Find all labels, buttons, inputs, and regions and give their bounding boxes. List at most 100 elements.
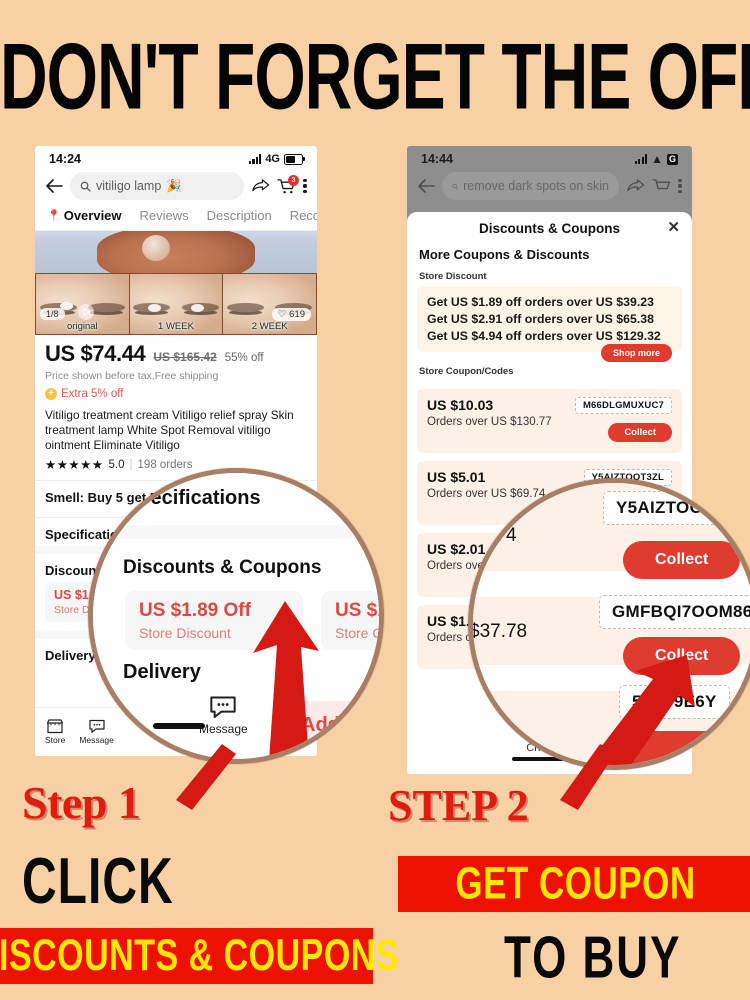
location-pin-icon: 📍: [47, 210, 61, 222]
tab-recommendations[interactable]: Reco: [290, 208, 317, 223]
shop-more-button[interactable]: Shop more: [600, 344, 672, 362]
coupon-threshold: Orders over US $130.77: [427, 416, 552, 428]
store-icon: [47, 719, 64, 734]
thumbnail-label: original: [67, 321, 98, 332]
mag-right-code-1[interactable]: Y5AIZTOOT3ZL: [603, 491, 750, 525]
search-input-value: remove dark spots on skin: [463, 179, 609, 193]
wifi-icon: ▲: [651, 152, 663, 166]
discount-percent: 55% off: [224, 352, 264, 364]
price-block: US $74.44 US $165.42 55% off Price shown…: [35, 335, 317, 472]
coupon-amount: US $10.03: [427, 397, 494, 413]
coupon-code[interactable]: M66DLGMUXUC7: [574, 397, 672, 414]
thumbnail-label: 1 WEEK: [158, 321, 194, 332]
band2-text: GET COUPON: [455, 858, 696, 909]
mag-left-chip2-type: Store Coupon: [335, 625, 383, 641]
cart-icon[interactable]: 3: [277, 174, 299, 195]
product-title: Vitiligo treatment cream Vitiligo relief…: [45, 408, 294, 452]
to-buy-label: TO BUY: [504, 925, 682, 992]
mag-right-collect-2[interactable]: Collect: [623, 637, 741, 675]
mag-left-chip1-type: Store Discount: [139, 625, 231, 641]
sheet-title-label: Discounts & Coupons: [479, 221, 620, 236]
search-input-value: vitiligo lamp: [96, 179, 162, 193]
cart-icon[interactable]: [652, 178, 671, 195]
mag-right-collect-1[interactable]: Collect: [623, 541, 741, 579]
rating-row: ★★★★★ 5.0 | 198 orders: [45, 458, 193, 472]
tab-description[interactable]: Description: [207, 208, 272, 223]
collect-button[interactable]: Collect: [608, 423, 672, 442]
left-tab-bar: 📍 Overview Reviews Description Reco: [35, 206, 317, 231]
mag-left-title: Discounts & Coupons: [123, 557, 322, 578]
tab-reviews[interactable]: Reviews: [140, 208, 189, 223]
current-price: US $74.44: [45, 341, 146, 366]
mag-right-code-2[interactable]: GMFBQI7OOM86: [599, 595, 750, 629]
store-button[interactable]: Store: [45, 719, 65, 745]
tab-overview[interactable]: 📍 Overview: [47, 208, 122, 223]
mag-right-amount-b: $37.78: [469, 621, 528, 642]
search-icon: [452, 183, 458, 189]
search-input[interactable]: remove dark spots on skin: [442, 172, 619, 200]
thumbnail-week1[interactable]: 1 WEEK: [128, 273, 223, 335]
magnifier-left: Specifications Discounts & Coupons US $1…: [88, 468, 384, 764]
home-indicator: [153, 723, 205, 729]
mag-left-chip-2[interactable]: US $10.03 Off Store Coupon: [321, 591, 383, 650]
store-discount-box: Get US $1.89 off orders over US $39.23 G…: [417, 286, 682, 362]
heart-icon: ♡: [277, 309, 287, 320]
party-popper-icon: 🎉: [166, 178, 182, 193]
right-nav-row: remove dark spots on skin: [407, 168, 692, 206]
search-input[interactable]: vitiligo lamp 🎉: [70, 172, 244, 200]
signal-bars-icon: [634, 154, 648, 164]
orders-count: 198 orders: [137, 458, 193, 471]
extra-discount-label: Extra 5% off: [61, 388, 124, 400]
close-icon[interactable]: ✕: [667, 220, 680, 235]
plus-badge-icon: +: [45, 388, 57, 400]
share-icon[interactable]: [251, 178, 270, 194]
rating-value: 5.0: [108, 458, 125, 471]
store-discount-line: Get US $1.89 off orders over US $39.23: [427, 295, 654, 309]
magnifier-right: 69.74 Y5AIZTOOT3ZL Collect GMFBQI7OOM86 …: [468, 478, 750, 770]
search-icon: [80, 181, 91, 192]
like-count: 619: [289, 309, 306, 320]
kebab-menu-icon[interactable]: [678, 178, 682, 194]
store-discount-label: Store Discount: [419, 271, 487, 282]
left-status-bar: 14:24 4G: [35, 146, 317, 168]
band1-text: DISCOUNTS & COUPONS: [0, 930, 400, 981]
tax-shipping-note: Price shown before tax,Free shipping: [45, 370, 219, 382]
sheet-subtitle: More Coupons & Discounts: [419, 247, 590, 262]
mag-right-collect-3[interactable]: [621, 731, 741, 765]
message-icon: [210, 696, 237, 718]
original-price: US $165.42: [153, 350, 217, 364]
left-nav-row: vitiligo lamp 🎉 3: [35, 168, 317, 206]
store-discount-line: Get US $4.94 off orders over US $129.32: [427, 329, 661, 343]
mag-left-specifications: Specifications: [125, 487, 261, 509]
store-discount-line: Get US $2.91 off orders over US $65.38: [427, 312, 654, 326]
mag-left-chip2-amount: US $10.03 Off: [335, 600, 379, 621]
mag-left-message-button[interactable]: Message: [199, 695, 248, 736]
back-arrow-icon[interactable]: [45, 178, 63, 194]
like-count-badge[interactable]: ♡ 619: [271, 308, 312, 321]
tab-overview-label: Overview: [63, 208, 122, 223]
mag-right-code-3[interactable]: 5K0J9E6Y: [619, 685, 730, 719]
product-hero-image[interactable]: [35, 231, 317, 273]
left-status-time: 14:24: [49, 152, 81, 166]
store-label: Store: [45, 735, 66, 745]
thumbnail-week2[interactable]: ♡ 619 2 WEEK: [222, 273, 317, 335]
thumbnail-label: 2 WEEK: [251, 321, 288, 332]
sheet-title: Discounts & Coupons ✕: [407, 212, 692, 243]
play-icon[interactable]: [78, 304, 94, 320]
page-title: DON'T FORGET THE OFFERS: [0, 23, 750, 129]
share-icon[interactable]: [626, 178, 645, 194]
left-network-label: 4G: [265, 153, 280, 165]
right-status-bar: 14:44 ▲ G: [407, 146, 692, 168]
click-label: CLICK: [22, 846, 174, 918]
mag-left-chip-1[interactable]: US $1.89 Off Store Discount: [125, 591, 303, 650]
product-thumbnail-strip[interactable]: 1/8 original 1 WEEK ♡ 619 2 WEEK: [35, 273, 317, 335]
cart-badge-count: 3: [288, 174, 299, 186]
thumbnail-original[interactable]: 1/8 original: [35, 273, 129, 335]
mag-left-add-to-cart[interactable]: Add to cart: [271, 701, 379, 759]
step-2-label: STEP 2: [388, 781, 529, 830]
mag-left-message-label: Message: [199, 722, 248, 736]
mag-left-delivery: Delivery: [123, 661, 201, 683]
kebab-menu-icon[interactable]: [303, 178, 307, 194]
gallery-counter: 1/8: [40, 308, 65, 320]
back-arrow-icon[interactable]: [417, 178, 435, 194]
